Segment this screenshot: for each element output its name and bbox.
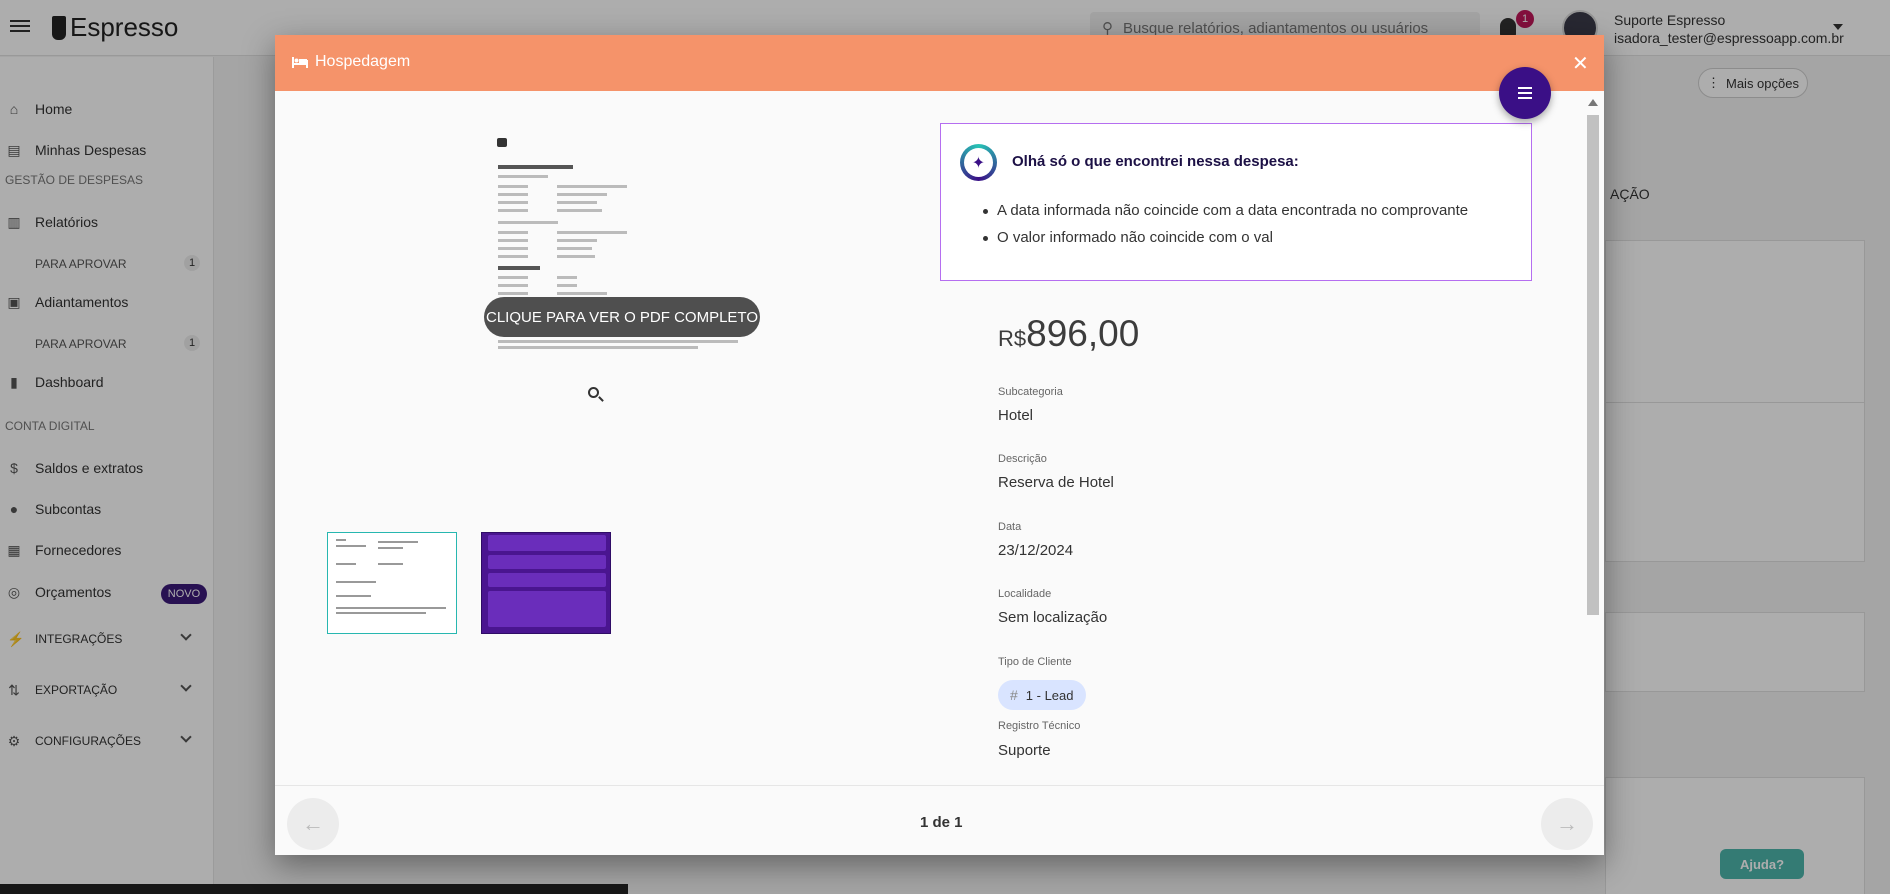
receipt-line bbox=[557, 284, 577, 287]
receipt-line bbox=[557, 209, 602, 212]
receipt-line bbox=[498, 231, 528, 234]
close-icon[interactable]: ✕ bbox=[1572, 51, 1589, 76]
previous-arrow-icon[interactable]: ← bbox=[287, 798, 339, 850]
data-value: 23/12/2024 bbox=[998, 542, 1074, 559]
thumb-block bbox=[488, 555, 606, 569]
receipt-line bbox=[498, 266, 540, 270]
expense-amount: R$ 896,00 bbox=[998, 313, 1139, 355]
next-arrow-icon[interactable]: → bbox=[1541, 798, 1593, 850]
insight-list: A data informada não coincide com a data… bbox=[982, 202, 1469, 256]
attachment-thumbnail-2[interactable] bbox=[481, 532, 611, 634]
thumb-block bbox=[488, 591, 606, 627]
receipt-line bbox=[557, 231, 627, 234]
thumb-block bbox=[488, 535, 606, 551]
pager: 1 de 1 bbox=[920, 814, 963, 831]
expense-modal: Hospedagem ✕ CLIQUE PARA VER O PDF COMPL… bbox=[275, 35, 1604, 855]
menu-fab-button[interactable] bbox=[1499, 67, 1551, 119]
insight-item: A data informada não coincide com a data… bbox=[982, 202, 1469, 219]
modal-footer: ← 1 de 1 → bbox=[275, 785, 1604, 855]
thumb-line bbox=[336, 563, 356, 565]
data-label: Data bbox=[998, 521, 1022, 533]
receipt-line bbox=[498, 255, 528, 258]
receipt-line bbox=[498, 175, 548, 178]
scrollbar[interactable] bbox=[1585, 95, 1599, 775]
receipt-line bbox=[557, 276, 577, 279]
insight-item: O valor informado não coincide com o val bbox=[982, 229, 1468, 246]
receipt-line bbox=[557, 201, 597, 204]
subcategoria-value: Hotel bbox=[998, 407, 1034, 424]
attachment-thumbnail-1[interactable] bbox=[327, 532, 457, 634]
thumb-line bbox=[336, 595, 371, 597]
thumb-line bbox=[336, 607, 446, 609]
thumb-line bbox=[378, 563, 403, 565]
receipt-line bbox=[557, 185, 627, 188]
receipt-line bbox=[498, 247, 528, 250]
amount-value: 896,00 bbox=[1026, 313, 1140, 354]
currency-symbol: R$ bbox=[998, 326, 1027, 351]
hashtag-icon: # bbox=[1010, 687, 1018, 703]
receipt-line bbox=[498, 346, 698, 349]
descricao-value: Reserva de Hotel bbox=[998, 474, 1114, 491]
receipt-line bbox=[498, 221, 558, 224]
zoom-in-icon[interactable] bbox=[588, 387, 599, 398]
receipt-line bbox=[498, 284, 528, 287]
receipt-line bbox=[498, 185, 528, 188]
receipt-line bbox=[557, 255, 595, 258]
bed-icon bbox=[292, 57, 308, 68]
localidade-label: Localidade bbox=[998, 588, 1052, 600]
view-full-pdf-button[interactable]: CLIQUE PARA VER O PDF COMPLETO bbox=[484, 297, 760, 337]
localidade-value: Sem localização bbox=[998, 609, 1108, 626]
tipo-cliente-value: 1 - Lead bbox=[1025, 687, 1074, 703]
thumb-line bbox=[378, 547, 403, 549]
receipt-line bbox=[498, 292, 528, 295]
receipt-line bbox=[557, 292, 607, 295]
ai-sparkle-icon bbox=[960, 144, 997, 181]
insight-title: Olhá só o que encontrei nessa despesa: bbox=[1012, 153, 1299, 170]
receipt-line bbox=[557, 193, 607, 196]
receipt-line bbox=[557, 239, 597, 242]
thumb-line bbox=[336, 545, 366, 547]
receipt-line bbox=[498, 201, 528, 204]
registro-tecnico-label: Registro Técnico bbox=[998, 720, 1081, 732]
descricao-label: Descrição bbox=[998, 453, 1047, 465]
ai-insights-box: Olhá só o que encontrei nessa despesa: A… bbox=[940, 123, 1532, 281]
thumb-line bbox=[378, 541, 418, 543]
scroll-thumb[interactable] bbox=[1587, 115, 1599, 615]
receipt-logo-icon bbox=[497, 138, 507, 147]
thumb-block bbox=[488, 573, 606, 587]
receipt-line bbox=[498, 193, 528, 196]
receipt-line bbox=[557, 247, 592, 250]
tipo-cliente-chip[interactable]: # 1 - Lead bbox=[998, 680, 1086, 710]
subcategoria-label: Subcategoria bbox=[998, 386, 1063, 398]
receipt-line bbox=[498, 165, 573, 169]
receipt-line bbox=[498, 209, 528, 212]
thumb-line bbox=[336, 612, 426, 614]
receipt-line bbox=[498, 276, 528, 279]
registro-tecnico-value: Suporte bbox=[998, 742, 1051, 759]
tipo-cliente-label: Tipo de Cliente bbox=[998, 656, 1072, 668]
thumb-line bbox=[336, 539, 346, 541]
receipt-line bbox=[498, 340, 738, 343]
thumb-line bbox=[336, 581, 376, 583]
modal-title: Hospedagem bbox=[315, 53, 411, 70]
receipt-line bbox=[498, 239, 528, 242]
scroll-up-arrow-icon[interactable] bbox=[1588, 99, 1598, 106]
modal-header: Hospedagem ✕ bbox=[275, 35, 1604, 91]
